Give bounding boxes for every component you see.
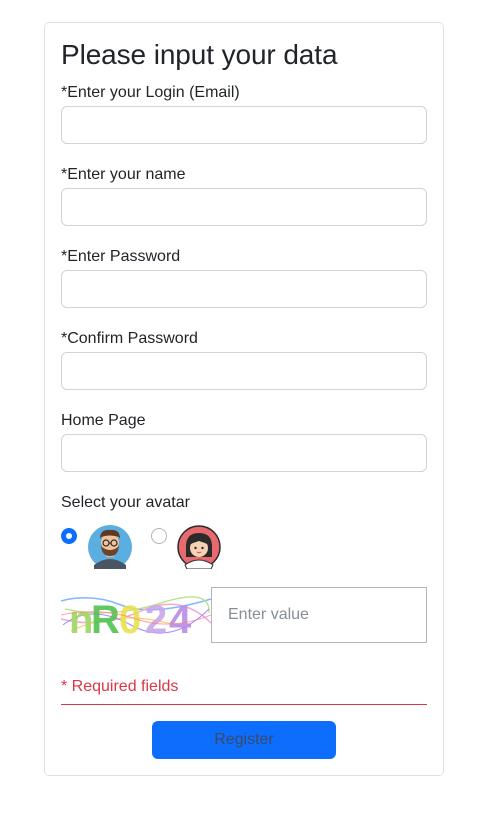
form-title: Please input your data (61, 39, 338, 70)
confirm-password-input[interactable] (61, 352, 427, 390)
name-input[interactable] (61, 188, 427, 226)
avatar-radio-2[interactable] (151, 528, 167, 544)
password-label: *Enter Password (61, 248, 181, 265)
svg-text:2: 2 (145, 598, 167, 639)
name-label: *Enter your name (61, 166, 186, 183)
confirm-password-label: *Confirm Password (61, 330, 198, 347)
captcha-image: n R 0 2 4 (61, 589, 211, 639)
man-with-beard-glasses-icon[interactable] (88, 525, 132, 569)
registration-card: Please input your data *Enter your Login… (44, 22, 444, 776)
login-email-label: *Enter your Login (Email) (61, 84, 240, 101)
login-email-input[interactable] (61, 106, 427, 144)
home-page-input[interactable] (61, 434, 427, 472)
svg-text:R: R (91, 598, 120, 639)
avatar-label: Select your avatar (61, 494, 190, 511)
svg-text:4: 4 (169, 598, 192, 639)
register-button[interactable]: Register (152, 721, 336, 759)
avatar-radio-1[interactable] (61, 528, 77, 544)
required-fields-note: * Required fields (61, 678, 179, 695)
divider (61, 704, 427, 705)
password-input[interactable] (61, 270, 427, 308)
captcha-input[interactable] (211, 587, 427, 643)
home-page-label: Home Page (61, 412, 146, 429)
svg-text:0: 0 (119, 598, 141, 639)
svg-text:n: n (69, 598, 93, 639)
girl-with-bangs-icon[interactable] (177, 525, 221, 569)
